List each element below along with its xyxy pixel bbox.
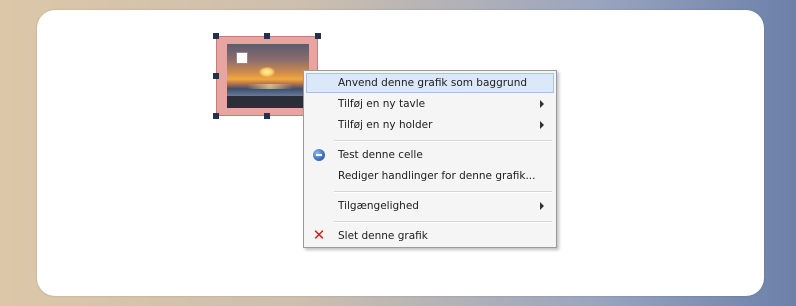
menu-item-label: Slet denne grafik (338, 230, 428, 242)
context-menu: Anvend denne grafik som baggrund Tilføj … (303, 70, 557, 248)
resize-handle-bottom-center[interactable] (264, 113, 270, 119)
resize-handle-middle-left[interactable] (213, 73, 219, 79)
menu-separator (334, 191, 552, 193)
menu-item-label: Anvend denne grafik som baggrund (338, 77, 528, 89)
menu-item-test-cell[interactable]: Test denne celle (306, 145, 554, 165)
sea-reflection (247, 84, 293, 89)
menu-separator (334, 221, 552, 223)
menu-separator (334, 140, 552, 142)
menu-item-edit-actions[interactable]: Rediger handlinger for denne grafik... (306, 166, 554, 186)
submenu-arrow-icon (540, 121, 544, 129)
menu-item-add-new-board[interactable]: Tilføj en ny tavle (306, 94, 554, 114)
menu-item-label: Tilgængelighed (338, 200, 419, 212)
menu-item-label: Tilføj en ny tavle (338, 98, 426, 110)
submenu-arrow-icon (540, 100, 544, 108)
resize-handle-bottom-left[interactable] (213, 113, 219, 119)
menu-item-label: Tilføj en ny holder (338, 119, 433, 131)
test-cell-icon (313, 149, 325, 161)
menu-item-add-new-holder[interactable]: Tilføj en ny holder (306, 115, 554, 135)
resize-handle-top-center[interactable] (264, 33, 270, 39)
menu-item-use-as-background[interactable]: Anvend denne grafik som baggrund (306, 73, 554, 93)
menu-item-label: Test denne celle (338, 149, 423, 161)
resize-handle-top-right[interactable] (315, 33, 321, 39)
menu-item-accessibility[interactable]: Tilgængelighed (306, 196, 554, 216)
menu-item-label: Rediger handlinger for denne grafik... (338, 170, 536, 182)
resize-handle-top-left[interactable] (213, 33, 219, 39)
submenu-arrow-icon (540, 202, 544, 210)
menu-item-delete-graphic[interactable]: ✕ Slet denne grafik (306, 226, 554, 246)
sun-graphic (259, 67, 275, 77)
shore-silhouette (227, 96, 309, 108)
anchor-square-icon[interactable] (236, 52, 248, 64)
delete-x-icon: ✕ (312, 226, 326, 244)
